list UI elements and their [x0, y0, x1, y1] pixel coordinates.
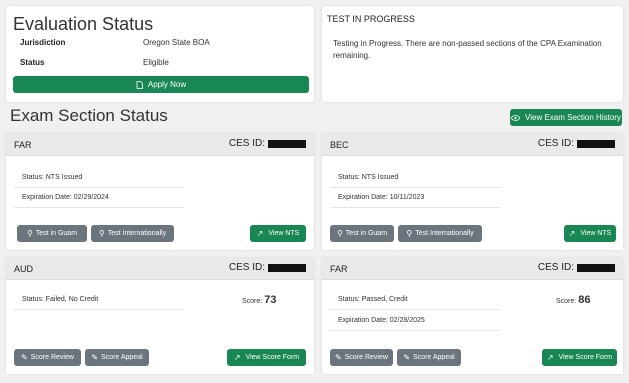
exam-card-header: BEC CES ID:: [322, 134, 623, 156]
score-appeal-button[interactable]: ✎ Score Appeal: [397, 349, 461, 366]
exam-status: Status: NTS Issued: [14, 174, 184, 188]
ces-id: CES ID:: [538, 138, 615, 149]
map-pin-icon: ⚲: [98, 229, 105, 238]
score: Score: 86: [556, 294, 591, 306]
ces-id-label: CES ID:: [228, 138, 265, 149]
score: Score: 73: [242, 294, 277, 306]
test-in-progress-card: TEST IN PROGRESS Testing in Progress. Th…: [322, 6, 623, 102]
pencil-icon: ✎: [403, 353, 411, 362]
pencil-icon: ✎: [21, 353, 28, 362]
view-nts-button[interactable]: ↗ View NTS: [564, 225, 616, 242]
exam-section-name: BEC: [330, 140, 349, 150]
exam-card-far-passed: FAR CES ID: Status: Passed, Credit Expir…: [322, 258, 623, 374]
exam-card-header: FAR CES ID:: [6, 134, 314, 156]
test-in-progress-title: TEST IN PROGRESS: [327, 14, 415, 24]
map-pin-icon: ⚲: [26, 229, 33, 238]
exam-section-name: AUD: [14, 264, 34, 274]
test-internationally-button[interactable]: ⚲ Test Internationally: [91, 225, 174, 242]
evaluation-status-card: Evaluation Status Jurisdiction Oregon St…: [6, 6, 314, 102]
external-link-icon: ↗: [233, 353, 241, 362]
exam-card-aud: AUD CES ID: Status: Failed, No Credit Sc…: [6, 258, 314, 374]
view-exam-section-history-button[interactable]: View Exam Section History: [510, 109, 622, 126]
test-in-progress-message: Testing in Progress. There are non-passe…: [333, 39, 602, 60]
expiration-date: Expiration Date: 02/28/2025: [330, 317, 500, 331]
pencil-icon: ✎: [91, 353, 99, 362]
score-value: 86: [578, 294, 591, 306]
apply-now-button[interactable]: Apply Now: [13, 76, 309, 93]
exam-section-title: Exam Section Status: [10, 106, 168, 125]
external-link-icon: ↗: [256, 229, 264, 238]
score-review-button[interactable]: ✎ Score Review: [14, 349, 81, 366]
exam-status: Status: NTS Issued: [330, 174, 500, 188]
ces-id: CES ID:: [229, 262, 306, 273]
expiration-date: Expiration Date: 02/29/2024: [14, 194, 184, 208]
redacted-ces-id: [577, 263, 615, 272]
ces-id-label: CES ID:: [537, 138, 574, 149]
jurisdiction-label: Jurisdiction: [20, 38, 66, 47]
test-internationally-button[interactable]: ⚲ Test Internationally: [398, 225, 482, 242]
evaluation-status-title: Evaluation Status: [13, 14, 154, 34]
exam-status: Status: Failed, No Credit: [14, 296, 184, 310]
exam-section-name: FAR: [330, 264, 348, 274]
score-appeal-button[interactable]: ✎ Score Appeal: [85, 349, 149, 366]
ces-id: CES ID:: [229, 138, 306, 149]
status-value: Eligible: [143, 58, 169, 67]
exam-card-header: FAR CES ID:: [322, 258, 623, 280]
ces-id-label: CES ID:: [537, 262, 574, 273]
external-link-icon: ↗: [568, 229, 576, 238]
exam-status: Status: Passed, Credit: [330, 296, 500, 310]
view-exam-section-history-label: View Exam Section History: [525, 113, 621, 122]
redacted-ces-id: [268, 139, 306, 148]
score-review-button[interactable]: ✎ Score Review: [330, 349, 393, 366]
test-in-guam-button[interactable]: ⚲ Test in Guam: [17, 225, 87, 242]
redacted-ces-id: [577, 139, 615, 148]
view-score-form-button[interactable]: ↗ View Score Form: [227, 349, 306, 366]
view-nts-button[interactable]: ↗ View NTS: [250, 225, 306, 242]
status-label: Status: [20, 58, 45, 67]
exam-card-bec: BEC CES ID: Status: NTS Issued Expiratio…: [322, 134, 623, 250]
view-score-form-button[interactable]: ↗ View Score Form: [542, 349, 617, 366]
apply-now-label: Apply Now: [147, 80, 187, 89]
test-in-guam-button[interactable]: ⚲ Test in Guam: [330, 225, 394, 242]
map-pin-icon: ⚲: [336, 229, 343, 238]
ces-id: CES ID:: [538, 262, 615, 273]
redacted-ces-id: [268, 263, 306, 272]
expiration-date: Expiration Date: 10/11/2023: [330, 194, 500, 208]
exam-section-name: FAR: [14, 140, 32, 150]
external-link-icon: ↗: [546, 353, 554, 362]
pencil-icon: ✎: [335, 353, 342, 362]
score-value: 73: [264, 294, 277, 306]
document-icon: [136, 80, 143, 89]
eye-icon: [511, 114, 520, 121]
exam-card-far: FAR CES ID: Status: NTS Issued Expiratio…: [6, 134, 314, 250]
exam-card-header: AUD CES ID:: [6, 258, 314, 280]
jurisdiction-value: Oregon State BOA: [143, 38, 210, 47]
ces-id-label: CES ID:: [228, 262, 265, 273]
map-pin-icon: ⚲: [406, 229, 413, 238]
